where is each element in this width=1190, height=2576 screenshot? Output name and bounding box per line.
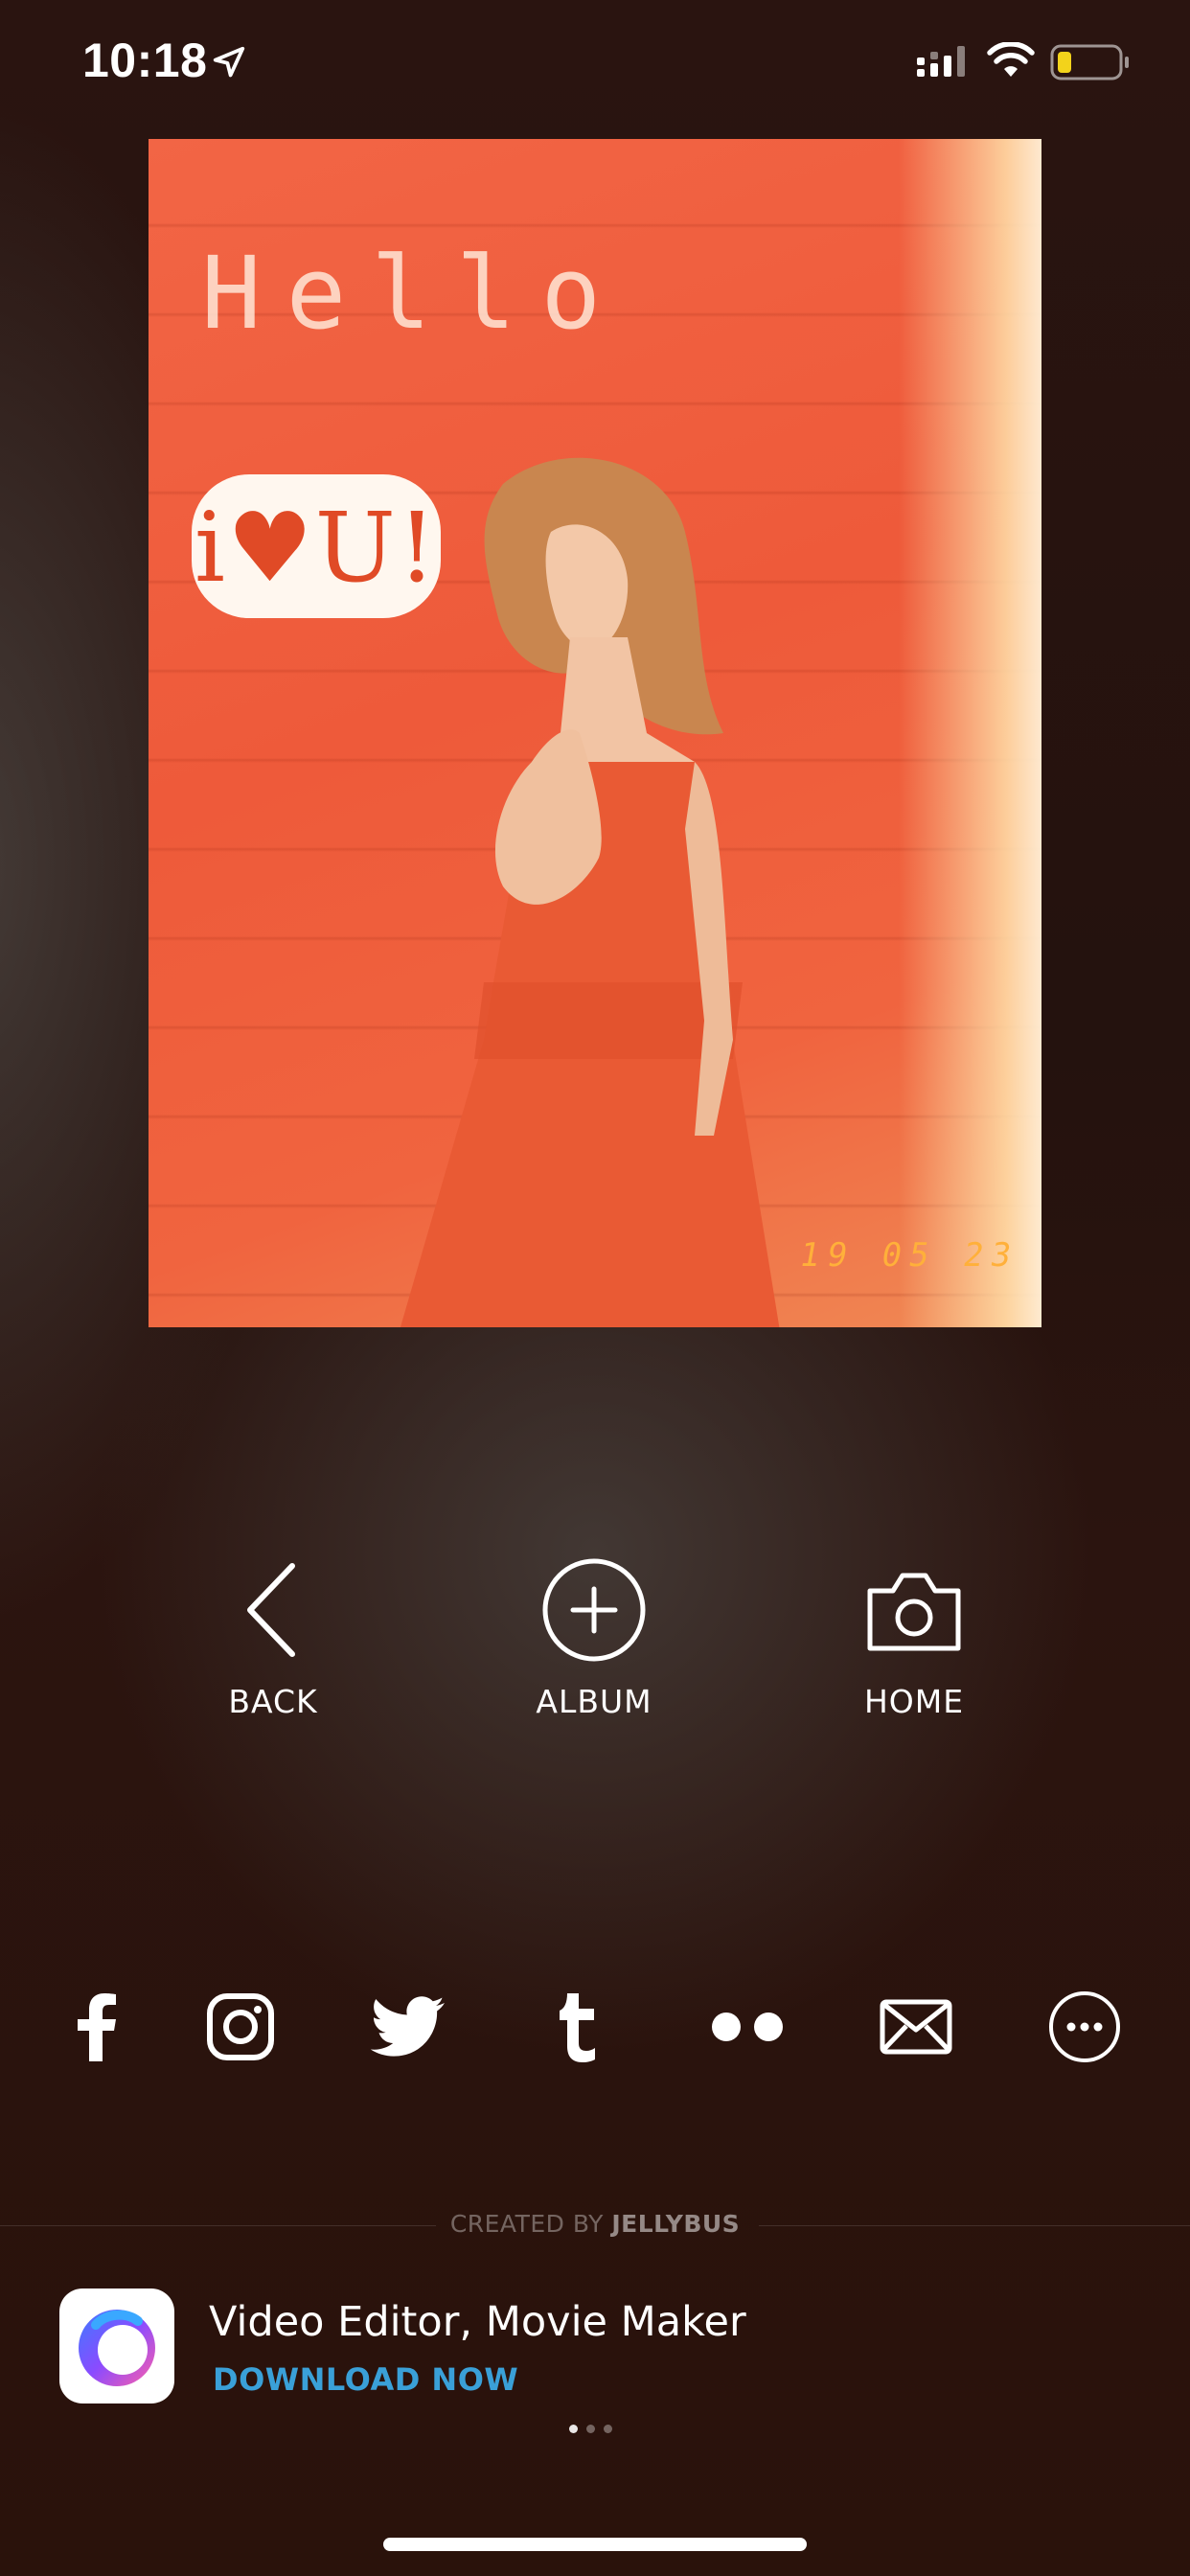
date-stamp: 19 05 23 bbox=[796, 1236, 1022, 1275]
back-label: BACK bbox=[228, 1683, 318, 1720]
video-editor-app-icon[interactable] bbox=[59, 2288, 174, 2404]
promo-banner[interactable]: Video Editor, Movie Maker DOWNLOAD NOW bbox=[59, 2288, 1133, 2404]
mail-icon bbox=[880, 1999, 952, 2055]
plus-circle-icon bbox=[542, 1558, 646, 1662]
app-logo-icon bbox=[79, 2310, 155, 2386]
status-bar: 10:18 bbox=[0, 0, 1190, 134]
pager-dot bbox=[586, 2425, 595, 2433]
instagram-share-button[interactable] bbox=[197, 1984, 284, 2070]
instagram-icon bbox=[207, 1993, 274, 2060]
photo-overlay-text: Hello bbox=[201, 235, 627, 352]
wifi-icon bbox=[987, 42, 1035, 77]
created-by-prefix: CREATED BY bbox=[449, 2210, 604, 2238]
flickr-icon bbox=[712, 2012, 783, 2041]
battery-low-icon bbox=[1050, 44, 1129, 80]
tumblr-icon bbox=[560, 1993, 595, 2062]
twitter-icon bbox=[370, 1996, 445, 2057]
camera-icon bbox=[867, 1573, 961, 1651]
home-button[interactable]: HOME bbox=[799, 1562, 1029, 1754]
love-sticker: i♥U! bbox=[192, 474, 441, 618]
album-button[interactable]: ALBUM bbox=[479, 1558, 709, 1754]
pager-dot bbox=[604, 2425, 612, 2433]
download-now-link[interactable]: DOWNLOAD NOW bbox=[213, 2361, 518, 2398]
edited-photo: Hello i♥U! 19 05 23 bbox=[149, 139, 1041, 1327]
facebook-icon bbox=[78, 1993, 116, 2061]
more-share-button[interactable] bbox=[1041, 1984, 1128, 2070]
mail-share-button[interactable] bbox=[873, 1984, 959, 2070]
location-arrow-icon bbox=[213, 46, 245, 78]
sticker-text: i♥U! bbox=[194, 492, 439, 604]
home-label: HOME bbox=[863, 1683, 965, 1720]
facebook-share-button[interactable] bbox=[53, 1984, 139, 2070]
created-by-brand[interactable]: JELLYBUS bbox=[611, 2210, 740, 2238]
promo-pager bbox=[569, 2425, 623, 2434]
album-label: ALBUM bbox=[536, 1683, 652, 1720]
more-icon bbox=[1049, 1991, 1120, 2062]
twitter-share-button[interactable] bbox=[365, 1984, 451, 2070]
tumblr-share-button[interactable] bbox=[535, 1984, 621, 2070]
status-time: 10:18 bbox=[82, 34, 208, 87]
created-by-credit: CREATED BY JELLYBUS bbox=[0, 2210, 1190, 2238]
back-button[interactable]: BACK bbox=[158, 1562, 388, 1754]
chevron-left-icon bbox=[247, 1563, 295, 1657]
promo-title: Video Editor, Movie Maker bbox=[209, 2298, 746, 2346]
flickr-share-button[interactable] bbox=[704, 1984, 790, 2070]
cellular-signal-icon bbox=[917, 46, 965, 77]
home-indicator[interactable] bbox=[383, 2538, 807, 2551]
pager-dot-active bbox=[569, 2425, 578, 2433]
